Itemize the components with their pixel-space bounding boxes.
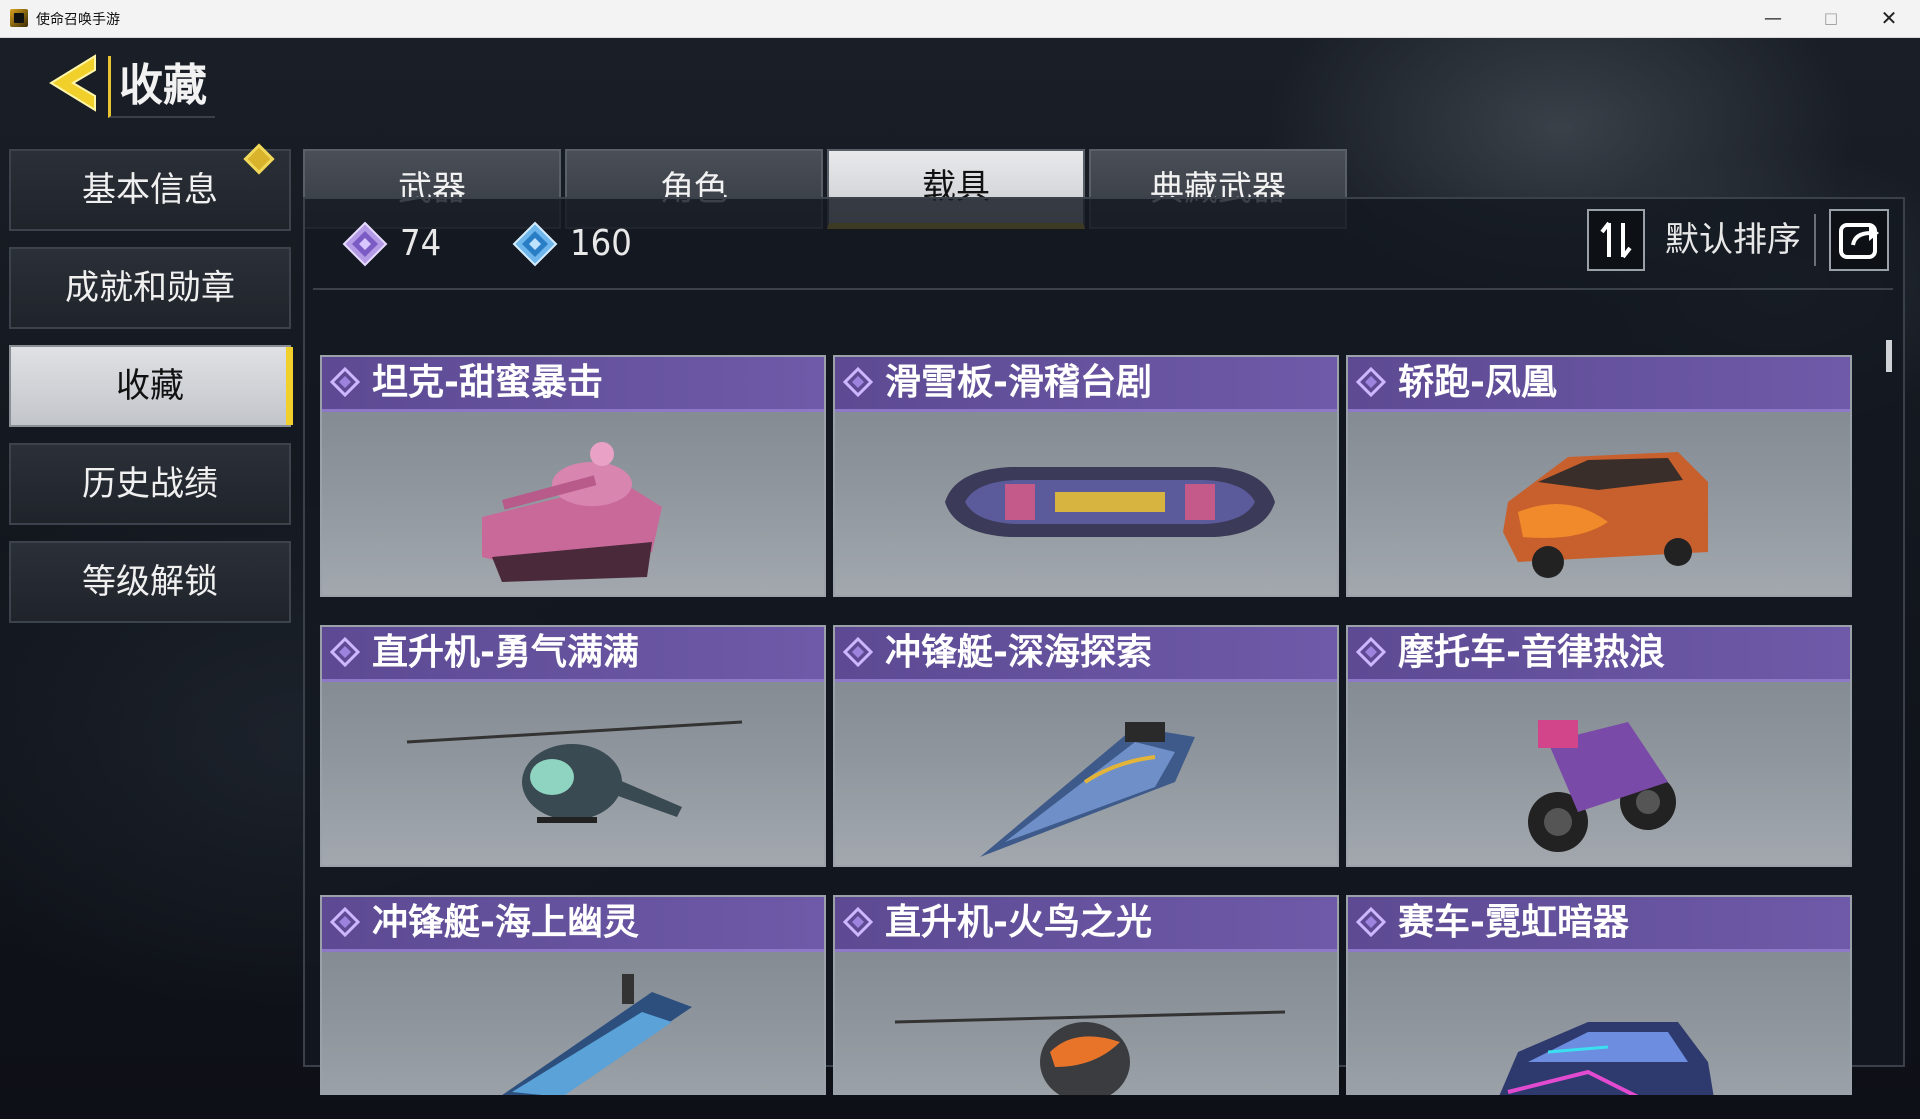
- toolbar-divider: [1814, 214, 1816, 266]
- card-header: 摩托车-音律热浪: [1348, 627, 1850, 682]
- vehicle-name: 冲锋艇-深海探索: [885, 632, 1152, 673]
- vehicle-grid: 坦克-甜蜜暴击 滑雪板-滑稽台剧 轿跑-凤凰 直升机-勇气满满 冲锋艇-深海探索…: [313, 345, 1883, 1095]
- tank-image: [482, 442, 662, 582]
- share-icon: [1839, 223, 1879, 259]
- vehicle-name: 冲锋艇-海上幽灵: [372, 902, 639, 943]
- purple-diamond-icon: [330, 367, 360, 397]
- purple-diamond-icon: [330, 907, 360, 937]
- blue-diamond-icon: [512, 221, 558, 267]
- back-arrow-icon: [49, 54, 96, 112]
- vehicle-card[interactable]: 摩托车-音律热浪: [1346, 625, 1852, 867]
- purple-diamond-icon: [843, 637, 873, 667]
- close-button[interactable]: ✕: [1860, 0, 1918, 37]
- card-header: 赛车-霓虹暗器: [1348, 897, 1850, 952]
- card-header: 冲锋艇-深海探索: [835, 627, 1337, 682]
- speedboat-image: [502, 974, 692, 1095]
- purple-diamond-icon: [843, 907, 873, 937]
- panel-divider: [313, 288, 1893, 290]
- card-header: 直升机-勇气满满: [322, 627, 824, 682]
- sidebar-item-label: 等级解锁: [82, 562, 218, 602]
- helicopter-image: [894, 1010, 1286, 1095]
- speedboat-image: [980, 722, 1195, 857]
- vehicle-card[interactable]: 轿跑-凤凰: [1346, 355, 1852, 597]
- purple-diamond-icon: [1356, 907, 1386, 937]
- sort-mode-label[interactable]: 默认排序: [1665, 217, 1801, 263]
- helicopter-image: [406, 720, 743, 823]
- sidebar-item-label: 成就和勋章: [65, 268, 235, 308]
- vehicle-card[interactable]: 直升机-勇气满满: [320, 625, 826, 867]
- vehicle-card[interactable]: 坦克-甜蜜暴击: [320, 355, 826, 597]
- window-titlebar: 使命召唤手游 — □ ✕: [0, 0, 1920, 38]
- blue-count-value: 160: [570, 223, 632, 264]
- app-icon: [10, 9, 28, 27]
- purple-diamond-icon: [843, 367, 873, 397]
- vehicle-name: 直升机-勇气满满: [372, 632, 639, 673]
- vehicle-name: 直升机-火鸟之光: [885, 902, 1152, 943]
- race-car-image: [1499, 1022, 1714, 1095]
- vehicle-name: 轿跑-凤凰: [1398, 362, 1557, 403]
- card-header: 冲锋艇-海上幽灵: [322, 897, 824, 952]
- vehicle-card[interactable]: 冲锋艇-海上幽灵: [320, 895, 826, 1095]
- sidebar-item-achievements[interactable]: 成就和勋章: [9, 247, 291, 329]
- minimize-button[interactable]: —: [1744, 0, 1802, 37]
- vehicle-card[interactable]: 冲锋艇-深海探索: [833, 625, 1339, 867]
- vehicle-card[interactable]: 赛车-霓虹暗器: [1346, 895, 1852, 1095]
- card-header: 直升机-火鸟之光: [835, 897, 1337, 952]
- purple-diamond-icon: [1356, 637, 1386, 667]
- car-image: [1503, 452, 1708, 578]
- card-header: 坦克-甜蜜暴击: [322, 357, 824, 412]
- purple-diamond-icon: [330, 637, 360, 667]
- purple-count-value: 74: [400, 223, 442, 264]
- maximize-button[interactable]: □: [1802, 0, 1860, 37]
- card-header: 滑雪板-滑稽台剧: [835, 357, 1337, 412]
- sort-arrows-icon: [1600, 221, 1632, 259]
- back-button[interactable]: [45, 52, 101, 114]
- vehicle-card[interactable]: 滑雪板-滑稽台剧: [833, 355, 1339, 597]
- sidebar-item-collection[interactable]: 收藏: [9, 345, 293, 427]
- snowboard-image: [945, 467, 1275, 537]
- share-button[interactable]: [1829, 209, 1889, 271]
- sidebar-item-history[interactable]: 历史战绩: [9, 443, 291, 525]
- vehicle-name: 赛车-霓虹暗器: [1398, 902, 1629, 943]
- purple-diamond-icon: [1356, 367, 1386, 397]
- vehicle-name: 滑雪板-滑稽台剧: [885, 362, 1152, 403]
- motorcycle-image: [1528, 720, 1676, 852]
- vehicle-name: 摩托车-音律热浪: [1398, 632, 1665, 673]
- vehicle-card[interactable]: 直升机-火鸟之光: [833, 895, 1339, 1095]
- sort-toggle-button[interactable]: [1587, 209, 1645, 271]
- sidebar-item-level-unlock[interactable]: 等级解锁: [9, 541, 291, 623]
- sidebar-item-label: 基本信息: [82, 170, 218, 210]
- card-header: 轿跑-凤凰: [1348, 357, 1850, 412]
- sidebar-item-label: 历史战绩: [82, 464, 218, 504]
- scrollbar-thumb[interactable]: [1886, 340, 1892, 372]
- vehicle-name: 坦克-甜蜜暴击: [372, 362, 603, 403]
- sidebar-item-label: 收藏: [116, 366, 184, 406]
- purple-diamond-icon: [342, 221, 388, 267]
- page-title: 收藏: [108, 56, 215, 118]
- window-title: 使命召唤手游: [36, 12, 120, 28]
